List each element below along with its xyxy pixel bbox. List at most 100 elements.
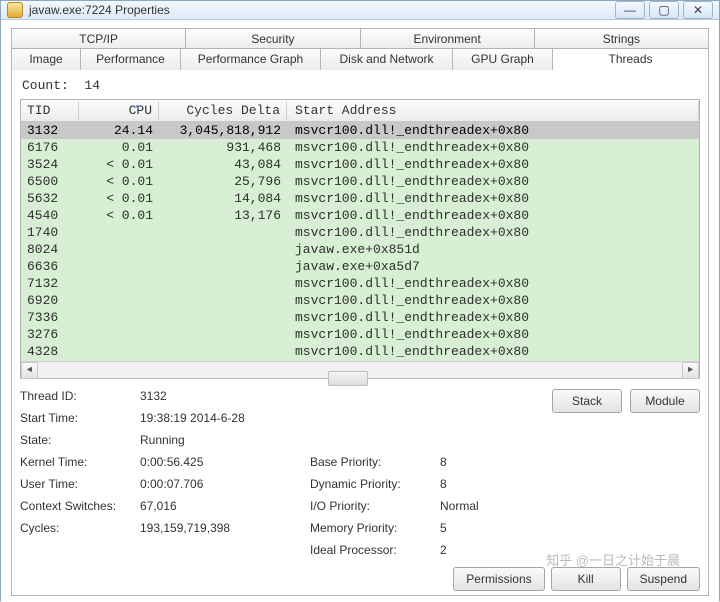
tab-gpu-graph[interactable]: GPU Graph xyxy=(453,48,553,70)
table-row[interactable]: 3524< 0.0143,084msvcr100.dll!_endthreade… xyxy=(21,156,699,173)
cell-addr: msvcr100.dll!_endthreadex+0x80 xyxy=(287,191,699,206)
detail-label: Memory Priority: xyxy=(310,521,420,537)
detail-label: Start Time: xyxy=(20,411,120,427)
table-body[interactable]: 313224.143,045,818,912msvcr100.dll!_endt… xyxy=(21,122,699,361)
tab-disk-and-network[interactable]: Disk and Network xyxy=(321,48,453,70)
cell-tid: 4328 xyxy=(21,344,79,359)
maximize-button[interactable]: ▢ xyxy=(649,1,679,19)
tab-body-threads: Count: 14 TID ▾ CPU Cycles Delta Start A… xyxy=(11,69,709,596)
table-row[interactable]: 61760.01931,468msvcr100.dll!_endthreadex… xyxy=(21,139,699,156)
cell-cycles: 25,796 xyxy=(159,174,287,189)
cell-cpu: 0.01 xyxy=(79,140,159,155)
table-row[interactable]: 4328 msvcr100.dll!_endthreadex+0x80 xyxy=(21,343,699,360)
detail-label: I/O Priority: xyxy=(310,499,420,515)
cell-tid: 6176 xyxy=(21,140,79,155)
horizontal-scrollbar[interactable]: ◄ ► xyxy=(21,361,699,378)
detail-value: 19:38:19 2014-6-28 xyxy=(140,411,290,427)
tab-tcp-ip[interactable]: TCP/IP xyxy=(11,28,186,49)
cell-addr: msvcr100.dll!_endthreadex+0x80 xyxy=(287,310,699,325)
cell-addr: msvcr100.dll!_endthreadex+0x80 xyxy=(287,327,699,342)
cell-addr: msvcr100.dll!_endthreadex+0x80 xyxy=(287,276,699,291)
cell-cycles: 43,084 xyxy=(159,157,287,172)
col-start-address[interactable]: Start Address xyxy=(287,101,699,120)
stack-button[interactable]: Stack xyxy=(552,389,622,413)
cell-addr: msvcr100.dll!_endthreadex+0x80 xyxy=(287,344,699,359)
cell-cpu: < 0.01 xyxy=(79,208,159,223)
cell-addr: msvcr100.dll!_endthreadex+0x80 xyxy=(287,225,699,240)
tab-strings[interactable]: Strings xyxy=(535,28,709,49)
thread-count: Count: 14 xyxy=(22,78,698,93)
detail-value: 193,159,719,398 xyxy=(140,521,290,537)
cell-addr: javaw.exe+0x851d xyxy=(287,242,699,257)
detail-value: 0:00:56.425 xyxy=(140,455,290,471)
cell-cycles: 3,045,818,912 xyxy=(159,123,287,138)
cell-tid: 6920 xyxy=(21,293,79,308)
cell-tid: 5632 xyxy=(21,191,79,206)
cell-cpu: 24.14 xyxy=(79,123,159,138)
detail-label: Ideal Processor: xyxy=(310,543,420,559)
cell-tid: 6500 xyxy=(21,174,79,189)
table-row[interactable]: 1740 msvcr100.dll!_endthreadex+0x80 xyxy=(21,224,699,241)
tabs-row-1: TCP/IPSecurityEnvironmentStrings xyxy=(11,28,709,49)
tab-performance[interactable]: Performance xyxy=(81,48,181,70)
scroll-left-icon[interactable]: ◄ xyxy=(21,362,38,379)
cell-tid: 4540 xyxy=(21,208,79,223)
minimize-button[interactable]: — xyxy=(615,1,645,19)
kill-button[interactable]: Kill xyxy=(551,567,621,591)
tab-security[interactable]: Security xyxy=(186,28,360,49)
cell-tid: 3524 xyxy=(21,157,79,172)
col-cycles-delta[interactable]: Cycles Delta xyxy=(159,101,287,120)
detail-label: Context Switches: xyxy=(20,499,120,515)
cell-cpu: < 0.01 xyxy=(79,157,159,172)
cell-addr: javaw.exe+0xa5d7 xyxy=(287,259,699,274)
tabs-row-2: ImagePerformancePerformance GraphDisk an… xyxy=(11,48,709,70)
count-value: 14 xyxy=(84,78,100,93)
tab-performance-graph[interactable]: Performance Graph xyxy=(181,48,321,70)
table-row[interactable]: 8024 javaw.exe+0x851d xyxy=(21,241,699,258)
sort-indicator-icon: ▾ xyxy=(135,103,140,113)
cell-addr: msvcr100.dll!_endthreadex+0x80 xyxy=(287,208,699,223)
cell-cycles: 13,176 xyxy=(159,208,287,223)
java-icon xyxy=(7,2,23,18)
detail-value: 2 xyxy=(440,543,520,559)
permissions-button[interactable]: Permissions xyxy=(453,567,544,591)
table-row[interactable]: 7336 msvcr100.dll!_endthreadex+0x80 xyxy=(21,309,699,326)
table-row[interactable]: 6500< 0.0125,796msvcr100.dll!_endthreade… xyxy=(21,173,699,190)
close-button[interactable]: ✕ xyxy=(683,1,713,19)
count-label: Count: xyxy=(22,78,69,93)
cell-tid: 1740 xyxy=(21,225,79,240)
detail-label: Cycles: xyxy=(20,521,120,537)
detail-value: Running xyxy=(140,433,290,449)
tab-threads[interactable]: Threads xyxy=(553,48,709,70)
table-row[interactable]: 7132msvcr100.dll!_endthreadex+0x80 xyxy=(21,275,699,292)
table-row[interactable]: 3276msvcr100.dll!_endthreadex+0x80 xyxy=(21,326,699,343)
detail-labels-1: Thread ID:Start Time:State:Kernel Time:U… xyxy=(20,389,120,559)
thread-details: Thread ID:Start Time:State:Kernel Time:U… xyxy=(20,389,700,559)
detail-label: Thread ID: xyxy=(20,389,120,405)
scroll-thumb[interactable] xyxy=(328,371,368,386)
detail-value: 8 xyxy=(440,477,520,493)
table-row[interactable]: 6636javaw.exe+0xa5d7 xyxy=(21,258,699,275)
module-button[interactable]: Module xyxy=(630,389,700,413)
table-row[interactable]: 4540< 0.0113,176msvcr100.dll!_endthreade… xyxy=(21,207,699,224)
cell-addr: msvcr100.dll!_endthreadex+0x80 xyxy=(287,157,699,172)
table-row[interactable]: 5632< 0.0114,084msvcr100.dll!_endthreade… xyxy=(21,190,699,207)
titlebar[interactable]: javaw.exe:7224 Properties — ▢ ✕ xyxy=(1,1,719,20)
col-cpu[interactable]: ▾ CPU xyxy=(79,101,159,120)
detail-label: Kernel Time: xyxy=(20,455,120,471)
scroll-right-icon[interactable]: ► xyxy=(682,362,699,379)
col-tid[interactable]: TID xyxy=(21,101,79,120)
cell-tid: 7336 xyxy=(21,310,79,325)
threads-table: TID ▾ CPU Cycles Delta Start Address 313… xyxy=(20,99,700,379)
suspend-button[interactable]: Suspend xyxy=(627,567,700,591)
detail-value: 8 xyxy=(440,455,520,471)
cell-tid: 8024 xyxy=(21,242,79,257)
detail-value: Normal xyxy=(440,499,520,515)
cell-addr: msvcr100.dll!_endthreadex+0x80 xyxy=(287,174,699,189)
tab-image[interactable]: Image xyxy=(11,48,81,70)
tab-environment[interactable]: Environment xyxy=(361,28,535,49)
table-row[interactable]: 313224.143,045,818,912msvcr100.dll!_endt… xyxy=(21,122,699,139)
cell-addr: msvcr100.dll!_endthreadex+0x80 xyxy=(287,293,699,308)
table-row[interactable]: 6920 msvcr100.dll!_endthreadex+0x80 xyxy=(21,292,699,309)
window-title: javaw.exe:7224 Properties xyxy=(29,3,615,17)
